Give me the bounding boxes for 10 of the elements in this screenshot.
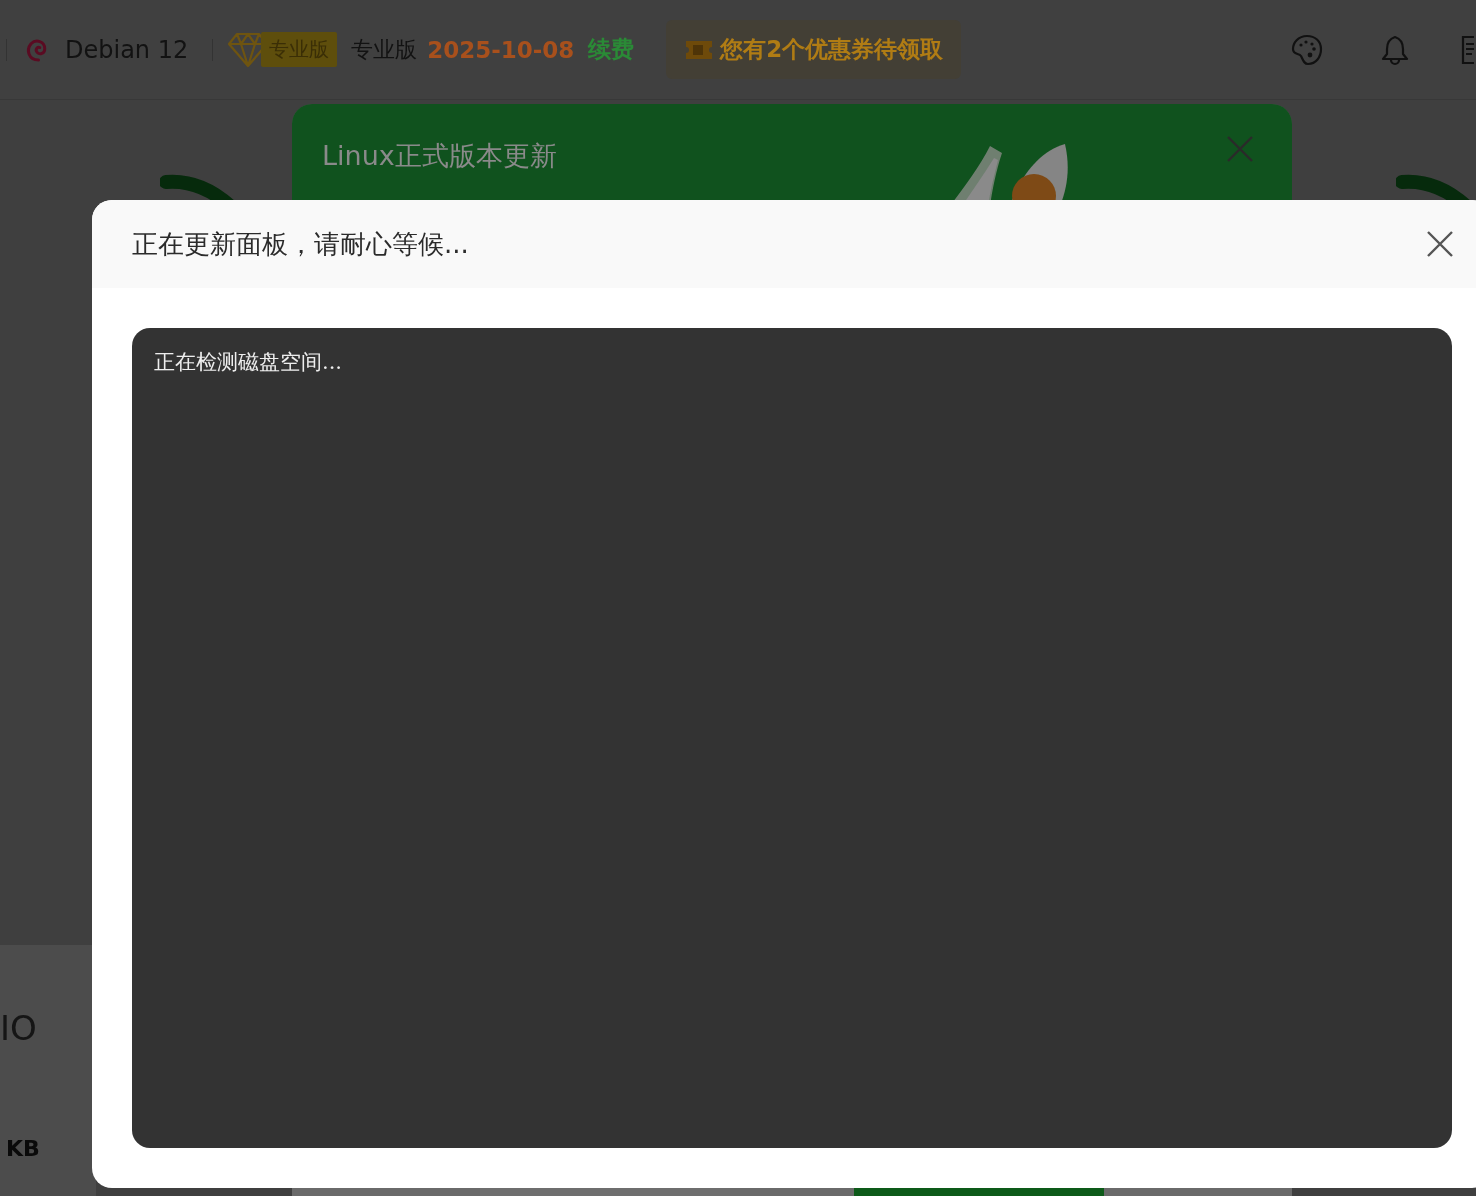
- metric-unit: KB: [6, 1136, 40, 1161]
- close-icon[interactable]: [1426, 230, 1454, 258]
- coupon-button[interactable]: 您有2个优惠券待领取: [666, 20, 962, 79]
- dialog-title: 正在更新面板，请耐心等候...: [132, 227, 469, 261]
- metric-label: IO: [0, 1008, 37, 1048]
- log-line: 正在检测磁盘空间...: [154, 350, 343, 374]
- renew-link[interactable]: 续费: [588, 34, 635, 65]
- notice-title: Linux正式版本更新: [322, 139, 557, 173]
- expiry-date: 2025-10-08: [427, 36, 575, 63]
- palette-icon[interactable]: [1290, 32, 1324, 67]
